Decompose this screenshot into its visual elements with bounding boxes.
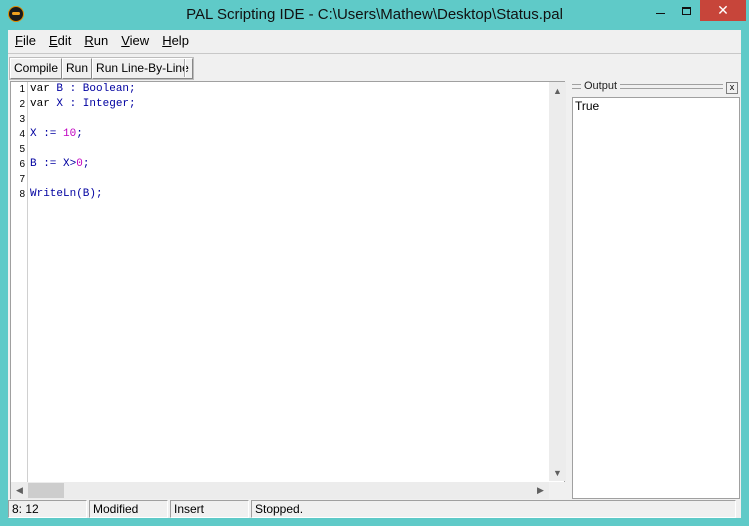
code-token: B : Boolean;: [56, 83, 136, 95]
scroll-up-icon[interactable]: ▲: [549, 82, 566, 99]
code-token: X :=: [30, 128, 64, 140]
app-window: PAL Scripting IDE - C:\Users\Mathew\Desk…: [0, 0, 749, 526]
line-number: 6: [19, 159, 25, 170]
menu-file-label: ile: [22, 33, 36, 48]
maximize-button[interactable]: [673, 0, 700, 21]
run-line-by-line-button[interactable]: Run Line-By-Line: [92, 58, 193, 79]
grip-left-icon: [572, 84, 581, 89]
line-number: 8: [19, 189, 25, 200]
line-number: 3: [19, 114, 25, 125]
code-line[interactable]: 4 X := 10;: [11, 127, 551, 142]
code-line[interactable]: 3: [11, 112, 551, 127]
menu-run-accel: R: [84, 33, 94, 48]
menu-view-accel: V: [121, 33, 130, 48]
status-run-state: Stopped.: [251, 500, 736, 518]
code-token: WriteLn(B);: [30, 188, 103, 200]
menu-help[interactable]: Help: [155, 31, 195, 51]
code-token: ;: [76, 128, 83, 140]
code-token: X : Integer;: [56, 98, 136, 110]
toolbar-separator: [184, 59, 186, 77]
run-button[interactable]: Run: [62, 58, 93, 79]
menu-run[interactable]: Run: [77, 31, 114, 51]
code-line[interactable]: 7: [11, 172, 551, 187]
close-button[interactable]: ✕: [700, 0, 746, 21]
code-token: 10: [63, 128, 77, 140]
maximize-icon: [682, 6, 691, 15]
output-text: True: [575, 99, 600, 113]
code-token: var: [30, 83, 57, 95]
scroll-down-icon[interactable]: ▼: [549, 464, 566, 481]
toolbar: Compile Run Run Line-By-Line: [8, 53, 741, 80]
scroll-right-icon[interactable]: ▶: [532, 482, 549, 499]
window-title: PAL Scripting IDE - C:\Users\Mathew\Desk…: [186, 6, 563, 23]
code-token: B := X>: [30, 158, 77, 170]
toolbar-button-group: Compile Run Run Line-By-Line: [9, 57, 194, 80]
menu-edit-accel: E: [48, 33, 58, 48]
code-token: 0: [76, 158, 83, 170]
code-token: ;: [82, 158, 90, 170]
minimize-button[interactable]: [647, 0, 673, 21]
close-icon: ✕: [717, 2, 729, 18]
output-close-icon[interactable]: x: [726, 82, 738, 94]
line-number: 5: [19, 144, 25, 155]
scroll-left-icon[interactable]: ◀: [11, 482, 28, 499]
status-cursor-position: 8: 12: [8, 500, 87, 518]
status-bar: 8: 12 Modified Insert Stopped.: [8, 500, 741, 518]
output-panel: Output x True: [570, 79, 741, 499]
grip-right-icon: [620, 84, 723, 89]
code-text: var B : Boolean;: [30, 82, 136, 97]
menu-bar: File Edit Run View Help: [8, 30, 741, 52]
menu-file-accel: F: [15, 33, 23, 48]
output-textbox[interactable]: True: [572, 97, 740, 499]
scrollbar-corner: [549, 482, 566, 499]
line-number: 7: [19, 174, 25, 185]
menu-view[interactable]: View: [114, 31, 155, 51]
vertical-scrollbar[interactable]: ▲ ▼: [549, 82, 566, 481]
line-number: 2: [19, 99, 25, 110]
menu-run-label: un: [93, 33, 109, 48]
code-line[interactable]: 1 var B : Boolean;: [11, 82, 551, 97]
compile-button[interactable]: Compile: [10, 58, 63, 79]
code-line[interactable]: 6 B := X>0;: [11, 157, 551, 172]
menu-help-accel: H: [162, 33, 172, 48]
menu-edit-label: dit: [57, 33, 72, 48]
status-modified: Modified: [89, 500, 168, 518]
menu-view-label: iew: [129, 33, 150, 48]
menu-help-label: elp: [171, 33, 189, 48]
horizontal-scroll-thumb[interactable]: [28, 483, 64, 498]
minimize-icon: [655, 13, 665, 14]
code-line[interactable]: 2 var X : Integer;: [11, 97, 551, 112]
code-line[interactable]: 8 WriteLn(B);: [11, 187, 551, 202]
client-area: File Edit Run View Help Compile Run Run …: [8, 30, 741, 518]
title-bar[interactable]: PAL Scripting IDE - C:\Users\Mathew\Desk…: [0, 0, 749, 30]
output-panel-title: Output: [583, 80, 619, 92]
code-editor[interactable]: 1 var B : Boolean; 2 var X : Integer; 3 4 X :=…: [10, 81, 566, 499]
code-token: var: [30, 98, 57, 110]
horizontal-scrollbar[interactable]: ◀ ▶: [11, 482, 549, 499]
code-text: var X : Integer;: [30, 97, 136, 112]
code-text: WriteLn(B);: [30, 187, 103, 202]
code-lines[interactable]: 1 var B : Boolean; 2 var X : Integer; 3 4 X :=…: [11, 82, 551, 202]
line-number: 1: [19, 84, 25, 95]
menu-file[interactable]: File: [8, 31, 42, 51]
output-panel-header[interactable]: Output x: [570, 79, 741, 96]
line-number: 4: [19, 129, 25, 140]
code-line[interactable]: 5: [11, 142, 551, 157]
menu-edit[interactable]: Edit: [42, 31, 77, 51]
status-edit-mode: Insert: [170, 500, 249, 518]
code-text: X := 10;: [30, 127, 83, 142]
code-text: B := X>0;: [30, 157, 89, 172]
